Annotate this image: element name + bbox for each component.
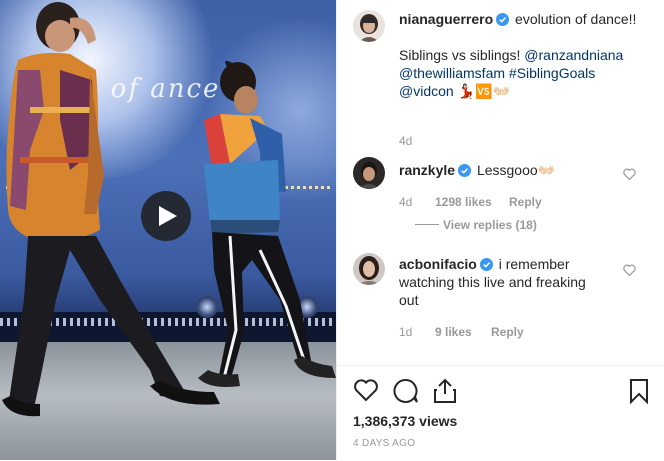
mention-link[interactable]: @vidcon: [399, 83, 454, 99]
like-comment-heart-icon[interactable]: [623, 264, 636, 276]
bookmark-icon[interactable]: [629, 378, 649, 404]
comment-likes[interactable]: 9 likes: [435, 325, 472, 339]
share-icon[interactable]: [433, 378, 457, 404]
caption-intro: evolution of dance!!: [515, 11, 637, 27]
post-caption: nianaguerrero evolution of dance!! Sibli…: [399, 10, 639, 100]
avatar[interactable]: [353, 157, 385, 189]
comment-text: Lessgooo👐🏻: [476, 162, 556, 178]
post-date: 4 DAYS AGO: [353, 438, 416, 449]
avatar[interactable]: [353, 10, 385, 42]
caption-emojis: 💃🏻🆚👐🏻: [457, 83, 510, 99]
avatar-image: [353, 253, 385, 285]
post-video[interactable]: on of ance: [0, 0, 336, 460]
comment-username[interactable]: acbonifacio: [399, 256, 477, 272]
comment-time: 1d: [399, 325, 413, 339]
caption-time: 4d: [399, 134, 413, 148]
play-button[interactable]: [141, 191, 191, 241]
comment: acbonifacio i remember watching this liv…: [399, 255, 599, 309]
comment: ranzkyle Lessgooo👐🏻: [399, 161, 555, 179]
view-replies-button[interactable]: View replies (18): [443, 218, 537, 232]
avatar-image: [353, 10, 385, 42]
comment-username[interactable]: ranzkyle: [399, 162, 455, 178]
heart-icon[interactable]: [353, 378, 379, 402]
caption-siblings: Siblings vs siblings!: [399, 47, 521, 63]
instagram-post: on of ance nianaguerrero evolution of da…: [0, 0, 664, 460]
avatar[interactable]: [353, 253, 385, 285]
view-replies-divider: [415, 224, 439, 225]
comment-likes[interactable]: 1298 likes: [435, 195, 492, 209]
caption-username[interactable]: nianaguerrero: [399, 11, 493, 27]
post-actions: 1,386,373 views 4 DAYS AGO: [337, 365, 664, 461]
reply-button[interactable]: Reply: [491, 325, 524, 339]
mention-link[interactable]: @ranzandniana: [524, 47, 623, 63]
hashtag-link[interactable]: #SiblingGoals: [509, 65, 595, 81]
verified-icon: [479, 258, 493, 271]
view-count[interactable]: 1,386,373 views: [353, 413, 457, 429]
verified-icon: [496, 13, 510, 26]
comment-icon[interactable]: [393, 378, 419, 404]
verified-icon: [458, 164, 472, 177]
comment-time: 4d: [399, 195, 413, 209]
like-comment-heart-icon[interactable]: [623, 168, 636, 180]
post-sidebar: nianaguerrero evolution of dance!! Sibli…: [336, 0, 664, 460]
mention-link[interactable]: @thewilliamsfam: [399, 65, 505, 81]
dancer-right: [198, 60, 336, 387]
play-icon: [159, 206, 177, 226]
avatar-image: [353, 157, 385, 189]
reply-button[interactable]: Reply: [509, 195, 542, 209]
